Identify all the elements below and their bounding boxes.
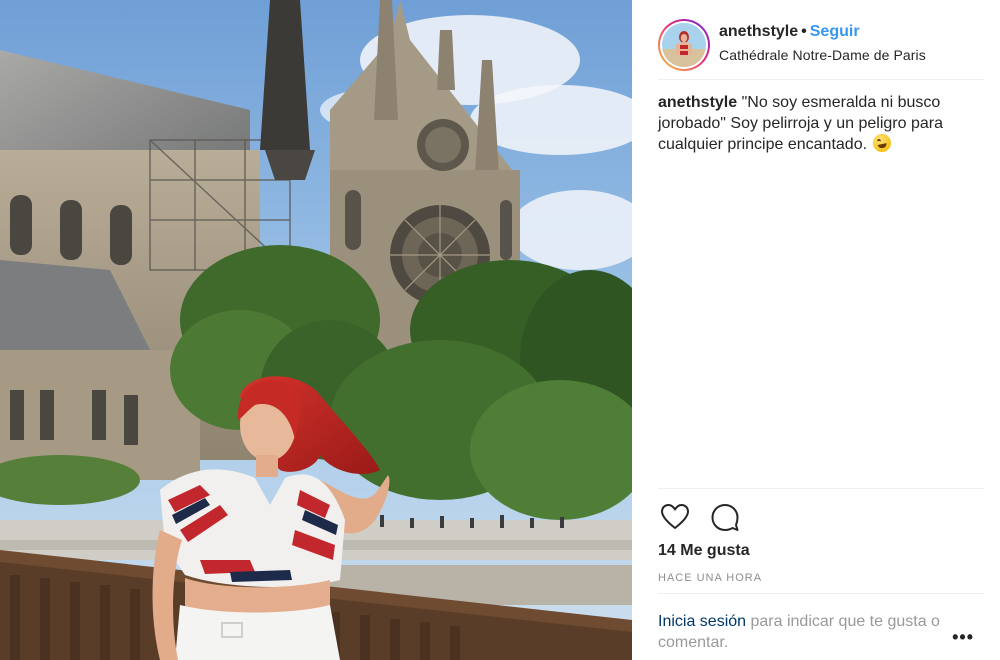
- action-bar: [658, 500, 758, 534]
- caption-username-link[interactable]: anethstyle: [658, 94, 737, 111]
- login-link[interactable]: Inicia sesión: [658, 613, 746, 630]
- login-prompt: Inicia sesión para indicar que te gusta …: [658, 611, 960, 653]
- rofl-emoji-icon: [873, 134, 892, 152]
- separator-dot: •: [801, 23, 807, 40]
- login-divider: [658, 593, 984, 594]
- location-link[interactable]: Cathédrale Notre-Dame de Paris: [719, 46, 926, 64]
- avatar-image: [662, 23, 706, 67]
- post-timestamp[interactable]: HACE UNA HORA: [658, 572, 762, 584]
- photo-illustration: [0, 0, 632, 660]
- comment-icon: [711, 504, 739, 531]
- follow-button[interactable]: Seguir: [810, 23, 860, 40]
- like-button[interactable]: [658, 500, 692, 534]
- header-divider: [658, 79, 984, 80]
- post-caption: anethstyle "No soy esmeralda ni busco jo…: [658, 93, 980, 156]
- more-options-icon[interactable]: •••: [952, 628, 974, 646]
- actions-divider: [658, 488, 984, 489]
- avatar[interactable]: [658, 19, 710, 71]
- post-header: anethstyle • Seguir Cathédrale Notre-Dame …: [658, 8, 984, 78]
- post-side-panel: anethstyle • Seguir Cathédrale Notre-Dame …: [632, 0, 1000, 660]
- post-photo[interactable]: [0, 0, 632, 660]
- username-link[interactable]: anethstyle: [719, 23, 798, 40]
- heart-icon: [661, 504, 689, 529]
- comment-button[interactable]: [708, 500, 742, 534]
- likes-count[interactable]: 14 Me gusta: [658, 542, 750, 560]
